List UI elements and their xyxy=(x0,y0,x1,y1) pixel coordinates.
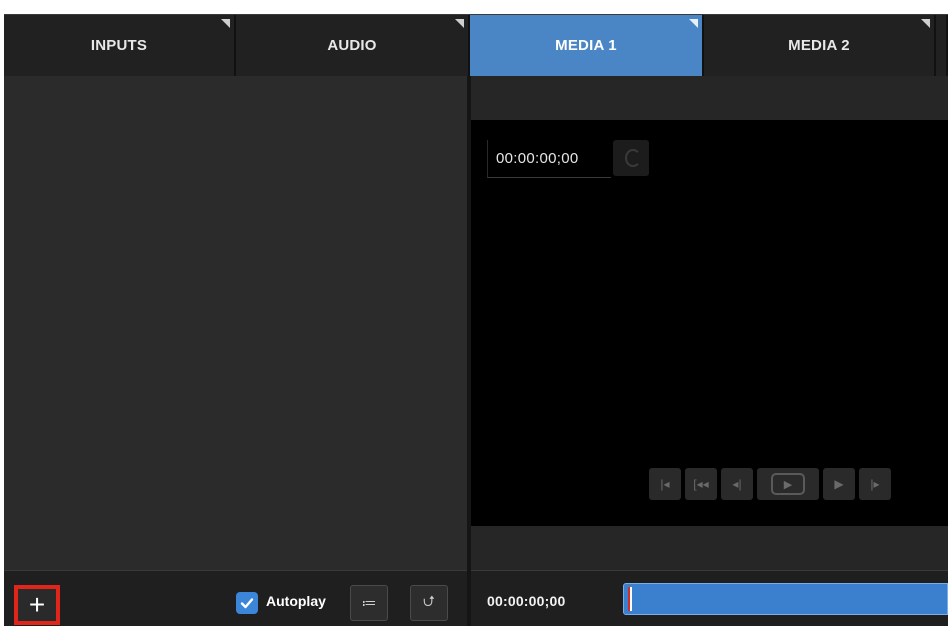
tab-corner-icon xyxy=(221,19,230,28)
tab-inputs-label: INPUTS xyxy=(90,37,148,54)
scrub-bar[interactable] xyxy=(623,583,948,615)
tab-corner-icon xyxy=(689,19,698,28)
step-forward-icon[interactable]: |▸ xyxy=(859,468,891,500)
playback-toolbar: 00:00:00;00 xyxy=(471,570,948,626)
playlist-icon: ≔ xyxy=(361,595,377,612)
loop-button[interactable]: ⮍ xyxy=(410,585,448,621)
play-icon[interactable]: ▶ xyxy=(823,468,855,500)
tab-inputs[interactable]: INPUTS xyxy=(4,15,236,76)
autoplay-checkbox[interactable] xyxy=(236,592,258,614)
scrub-handle[interactable] xyxy=(628,587,632,611)
autoplay-label: Autoplay xyxy=(266,593,326,609)
loop-icon: ⮍ xyxy=(422,592,435,610)
tab-corner-icon xyxy=(455,19,464,28)
step-back-icon[interactable]: ◂| xyxy=(721,468,753,500)
checkmark-icon xyxy=(240,598,254,609)
tab-corner-icon xyxy=(921,19,930,28)
loop-indicator-icon xyxy=(613,140,649,176)
media-list-panel[interactable] xyxy=(4,76,467,570)
tab-media-2-label: MEDIA 2 xyxy=(788,37,850,54)
playback-timecode: 00:00:00;00 xyxy=(487,593,566,609)
tab-overflow[interactable] xyxy=(936,15,948,76)
add-media-button[interactable]: + xyxy=(14,585,60,625)
transport-controls: |◂ [◂◂ ◂| ▶ ▶ |▸ xyxy=(649,468,891,504)
media-app: INPUTS AUDIO MEDIA 1 MEDIA 2 00:00:00;00… xyxy=(0,0,948,626)
tab-media-2[interactable]: MEDIA 2 xyxy=(704,15,936,76)
play-frame-icon[interactable]: ▶ xyxy=(757,468,819,500)
playlist-button[interactable]: ≔ xyxy=(350,585,388,621)
tab-media-1[interactable]: MEDIA 1 xyxy=(470,15,704,76)
video-viewer: 00:00:00;00 |◂ [◂◂ ◂| ▶ ▶ |▸ xyxy=(471,120,948,526)
tab-audio-label: AUDIO xyxy=(327,37,377,54)
tab-audio[interactable]: AUDIO xyxy=(236,15,470,76)
rewind-icon[interactable]: [◂◂ xyxy=(685,468,717,500)
viewer-timecode: 00:00:00;00 xyxy=(487,140,611,178)
tab-bar: INPUTS AUDIO MEDIA 1 MEDIA 2 xyxy=(4,14,948,76)
tab-media-1-label: MEDIA 1 xyxy=(555,37,617,54)
media-preview-panel: 00:00:00;00 |◂ [◂◂ ◂| ▶ ▶ |▸ xyxy=(471,76,948,570)
media-list-toolbar: + Autoplay ≔ ⮍ xyxy=(4,570,467,626)
skip-to-start-icon[interactable]: |◂ xyxy=(649,468,681,500)
